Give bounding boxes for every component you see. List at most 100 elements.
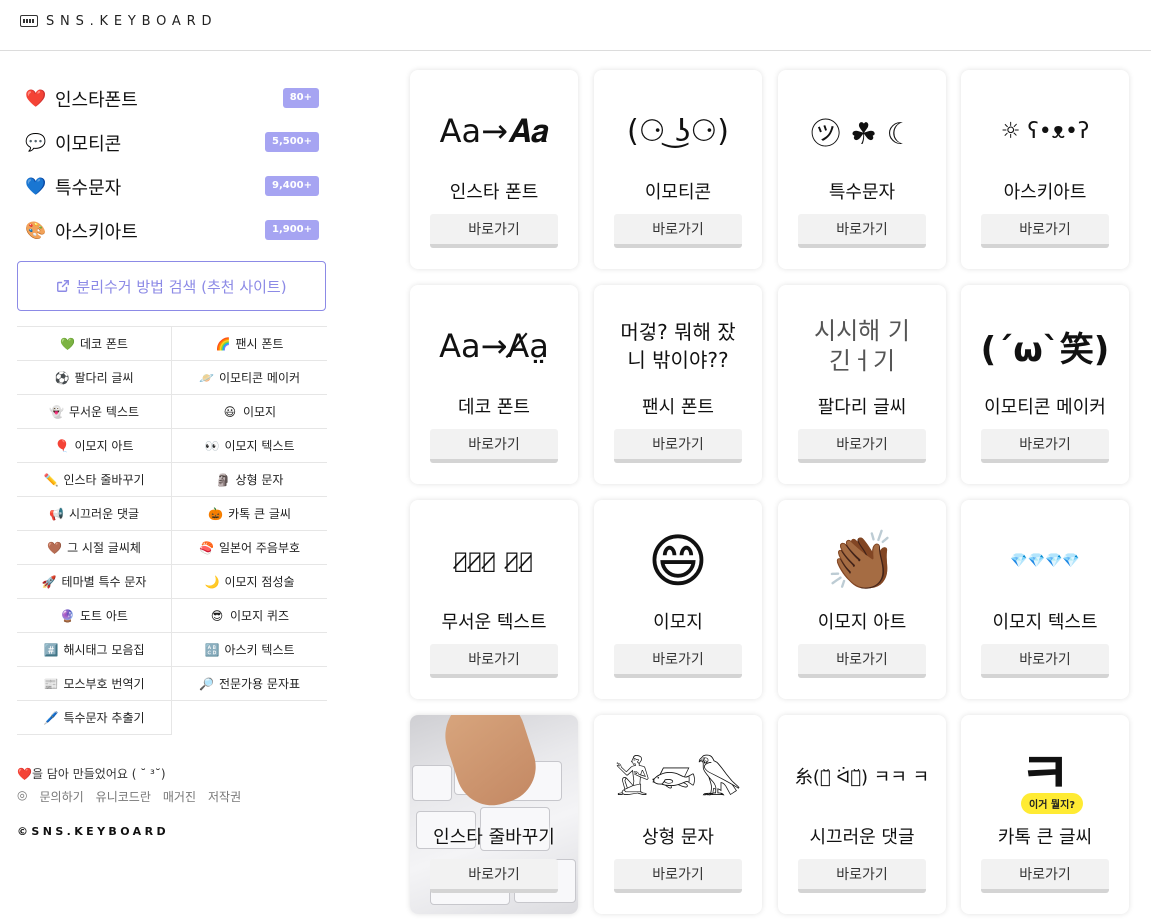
card-preview: ㋡ ☘ ☾ — [778, 96, 946, 166]
sidebar-link[interactable]: 🌈 팬시 폰트 — [172, 327, 327, 360]
link-label: 카톡 큰 글씨 — [228, 507, 291, 521]
sidebar-link[interactable]: 🪐 이모티콘 메이커 — [172, 361, 327, 394]
count-badge: 80+ — [282, 88, 319, 108]
card-title: 무서운 텍스트 — [441, 612, 547, 633]
sidebar-link[interactable]: 💚 데코 폰트 — [17, 327, 172, 360]
sidebar-link[interactable]: 🎃 카톡 큰 글씨 — [172, 497, 327, 530]
sidebar-link[interactable]: 📰 모스부호 번역기 — [17, 667, 172, 700]
count-badge: 1,900+ — [264, 220, 319, 240]
card-title: 이모지 아트 — [817, 612, 907, 633]
link-emoji-icon: 🖊️ — [43, 710, 59, 725]
link-label: 해시태그 모음집 — [63, 643, 145, 657]
tool-card[interactable]: 💎💎💎💎 이모지 텍스트 바로가기 — [961, 500, 1129, 699]
sidebar-link[interactable]: 🗿 상형 문자 — [172, 463, 327, 496]
sidebar-link[interactable]: 🔮 도트 아트 — [17, 599, 172, 632]
footer-link-contact[interactable]: 문의하기 — [39, 788, 83, 805]
tool-card[interactable]: (⚆ ͜ʖ⚆) 이모티콘 바로가기 — [594, 70, 762, 269]
category-special-chars[interactable]: 💙 특수문자 9,400+ — [25, 172, 327, 202]
sidebar-link[interactable]: 🍣 일본어 주음부호 — [172, 531, 327, 564]
card-title: 아스키아트 — [1003, 182, 1087, 203]
sidebar-link[interactable]: 🔠 아스키 텍스트 — [172, 633, 327, 666]
sidebar-link[interactable]: 📢 시끄러운 댓글 — [17, 497, 172, 530]
card-title: 인스타 폰트 — [449, 182, 539, 203]
tool-card[interactable]: (´ω`笑) 이모티콘 메이커 바로가기 — [961, 285, 1129, 484]
link-emoji-icon: 👀 — [204, 438, 220, 453]
card-preview: 😄 — [594, 526, 762, 596]
sidebar-link[interactable]: 🤎 그 시절 글씨체 — [17, 531, 172, 564]
sidebar-link[interactable]: 🌙 이모지 점성술 — [172, 565, 327, 598]
link-emoji-icon: #️⃣ — [43, 642, 59, 657]
sidebar-link[interactable]: 🖊️ 특수문자 추출기 — [17, 701, 172, 735]
card-preview: 糸(･̆ ᐛ･̆) ㅋㅋ ㅋ — [778, 741, 946, 811]
card-title: 이모지 텍스트 — [992, 612, 1098, 633]
category-label: 인스타폰트 — [55, 90, 138, 111]
preview-text: ㋡ ☘ ☾ — [810, 117, 914, 152]
preview-text: 👏🏾 — [825, 526, 899, 595]
go-button[interactable]: 바로가기 — [430, 429, 558, 463]
go-button[interactable]: 바로가기 — [981, 429, 1109, 463]
preview-text: 무̷서̷운̷ 글̷씨̷ — [454, 548, 534, 574]
link-emoji-icon: 🎈 — [54, 438, 70, 453]
link-row: 🤎 그 시절 글씨체 🍣 일본어 주음부호 — [17, 531, 327, 565]
go-button[interactable]: 바로가기 — [614, 214, 742, 248]
link-emoji-icon: 😎 — [210, 608, 224, 623]
go-button[interactable]: 바로가기 — [798, 859, 926, 893]
sidebar-link[interactable]: ✏️ 인스타 줄바꾸기 — [17, 463, 172, 496]
go-button[interactable]: 바로가기 — [430, 644, 558, 678]
go-button[interactable]: 바로가기 — [981, 214, 1109, 248]
go-button[interactable]: 바로가기 — [981, 859, 1109, 893]
category-insta-font[interactable]: ❤️ 인스타폰트 80+ — [25, 84, 327, 114]
go-button[interactable]: 바로가기 — [430, 214, 558, 248]
link-emoji-icon: 🗿 — [215, 472, 231, 487]
sidebar-link[interactable]: 🎈 이모지 아트 — [17, 429, 172, 462]
tool-card[interactable]: 무̷서̷운̷ 글̷씨̷ 무서운 텍스트바로가기 — [410, 500, 578, 699]
sidebar-link[interactable]: 😎 이모지 퀴즈 — [172, 599, 327, 632]
card-preview: Aa→𝑨𝒂 — [410, 96, 578, 166]
recycling-search-button[interactable]: 분리수거 방법 검색 (추천 사이트) — [17, 261, 326, 311]
tool-card[interactable]: Aa→A̸a̤ 데코 폰트 바로가기 — [410, 285, 578, 484]
brand-logo[interactable]: SNS.KEYBOARD — [20, 11, 217, 31]
link-label: 아스키 텍스트 — [224, 643, 295, 657]
sidebar-link[interactable]: #️⃣ 해시태그 모음집 — [17, 633, 172, 666]
heart-red-icon: ❤️ — [25, 89, 47, 109]
tool-card[interactable]: ㅋ 이거 뭘지? 카톡 큰 글씨 바로가기 — [961, 715, 1129, 914]
tool-card[interactable]: 시시해 기긴ㅓ기 팔다리 글씨 바로가기 — [778, 285, 946, 484]
go-button[interactable]: 바로가기 — [614, 644, 742, 678]
footer-link-magazine[interactable]: 매거진 — [163, 788, 196, 805]
sidebar-link[interactable]: 🚀 테마별 특수 문자 — [17, 565, 172, 598]
tool-card[interactable]: Aa→𝑨𝒂 인스타 폰트바로가기 — [410, 70, 578, 269]
link-row: 👻 무서운 텍스트 😃 이모지 — [17, 395, 327, 429]
link-row: 🔮 도트 아트 😎 이모지 퀴즈 — [17, 599, 327, 633]
tool-card[interactable]: 😄 이모지 바로가기 — [594, 500, 762, 699]
go-button[interactable]: 바로가기 — [798, 644, 926, 678]
sidebar-link[interactable]: 😃 이모지 — [172, 395, 327, 428]
tool-card[interactable]: ㋡ ☘ ☾ 특수문자 바로가기 — [778, 70, 946, 269]
tool-card[interactable]: 𓀀𓆛𓅃 상형 문자 바로가기 — [594, 715, 762, 914]
tool-card[interactable]: 👏🏾 이모지 아트바로가기 — [778, 500, 946, 699]
sidebar-link[interactable]: 🔎 전문가용 문자표 — [172, 667, 327, 700]
category-emoticon[interactable]: 💬 이모티콘 5,500+ — [25, 128, 327, 158]
go-button[interactable]: 바로가기 — [614, 429, 742, 463]
sidebar-link[interactable]: 👀 이모지 텍스트 — [172, 429, 327, 462]
preview-text: 糸(･̆ ᐛ･̆) ㅋㅋ ㅋ — [794, 767, 930, 788]
card-title: 인스타 줄바꾸기 — [433, 827, 555, 848]
go-button[interactable]: 바로가기 — [798, 429, 926, 463]
sidebar-link[interactable]: 👻 무서운 텍스트 — [17, 395, 172, 428]
category-ascii-art[interactable]: 🎨 아스키아트 1,900+ — [25, 216, 327, 246]
go-button[interactable]: 바로가기 — [981, 644, 1109, 678]
footer-link-copyright[interactable]: 저작권 — [208, 788, 241, 805]
tool-card[interactable]: 糸(･̆ ᐛ･̆) ㅋㅋ ㅋ 시끄러운 댓글 바로가기 — [778, 715, 946, 914]
go-button[interactable]: 바로가기 — [798, 214, 926, 248]
heart-blue-icon: 💙 — [25, 177, 47, 197]
instagram-icon[interactable]: ◎ — [17, 788, 27, 805]
made-with-text: ❤️을 담아 만들었어요 ( ˘ ³˘) — [17, 767, 166, 781]
card-title: 이모티콘 메이커 — [984, 397, 1106, 418]
tool-card[interactable]: ☼ ʕ•ᴥ•ʔ 아스키아트 바로가기 — [961, 70, 1129, 269]
go-button[interactable]: 바로가기 — [430, 859, 558, 893]
go-button[interactable]: 바로가기 — [614, 859, 742, 893]
tool-card[interactable]: 인스타 줄바꾸기바로가기 — [410, 715, 578, 914]
footer-link-unicode[interactable]: 유니코드란 — [96, 788, 151, 805]
tool-card[interactable]: 머겋? 뭐해 잤니 밖이야?? 팬시 폰트 바로가기 — [594, 285, 762, 484]
link-emoji-icon: 💚 — [60, 336, 75, 351]
sidebar-link[interactable]: ⚽ 팔다리 글씨 — [17, 361, 172, 394]
